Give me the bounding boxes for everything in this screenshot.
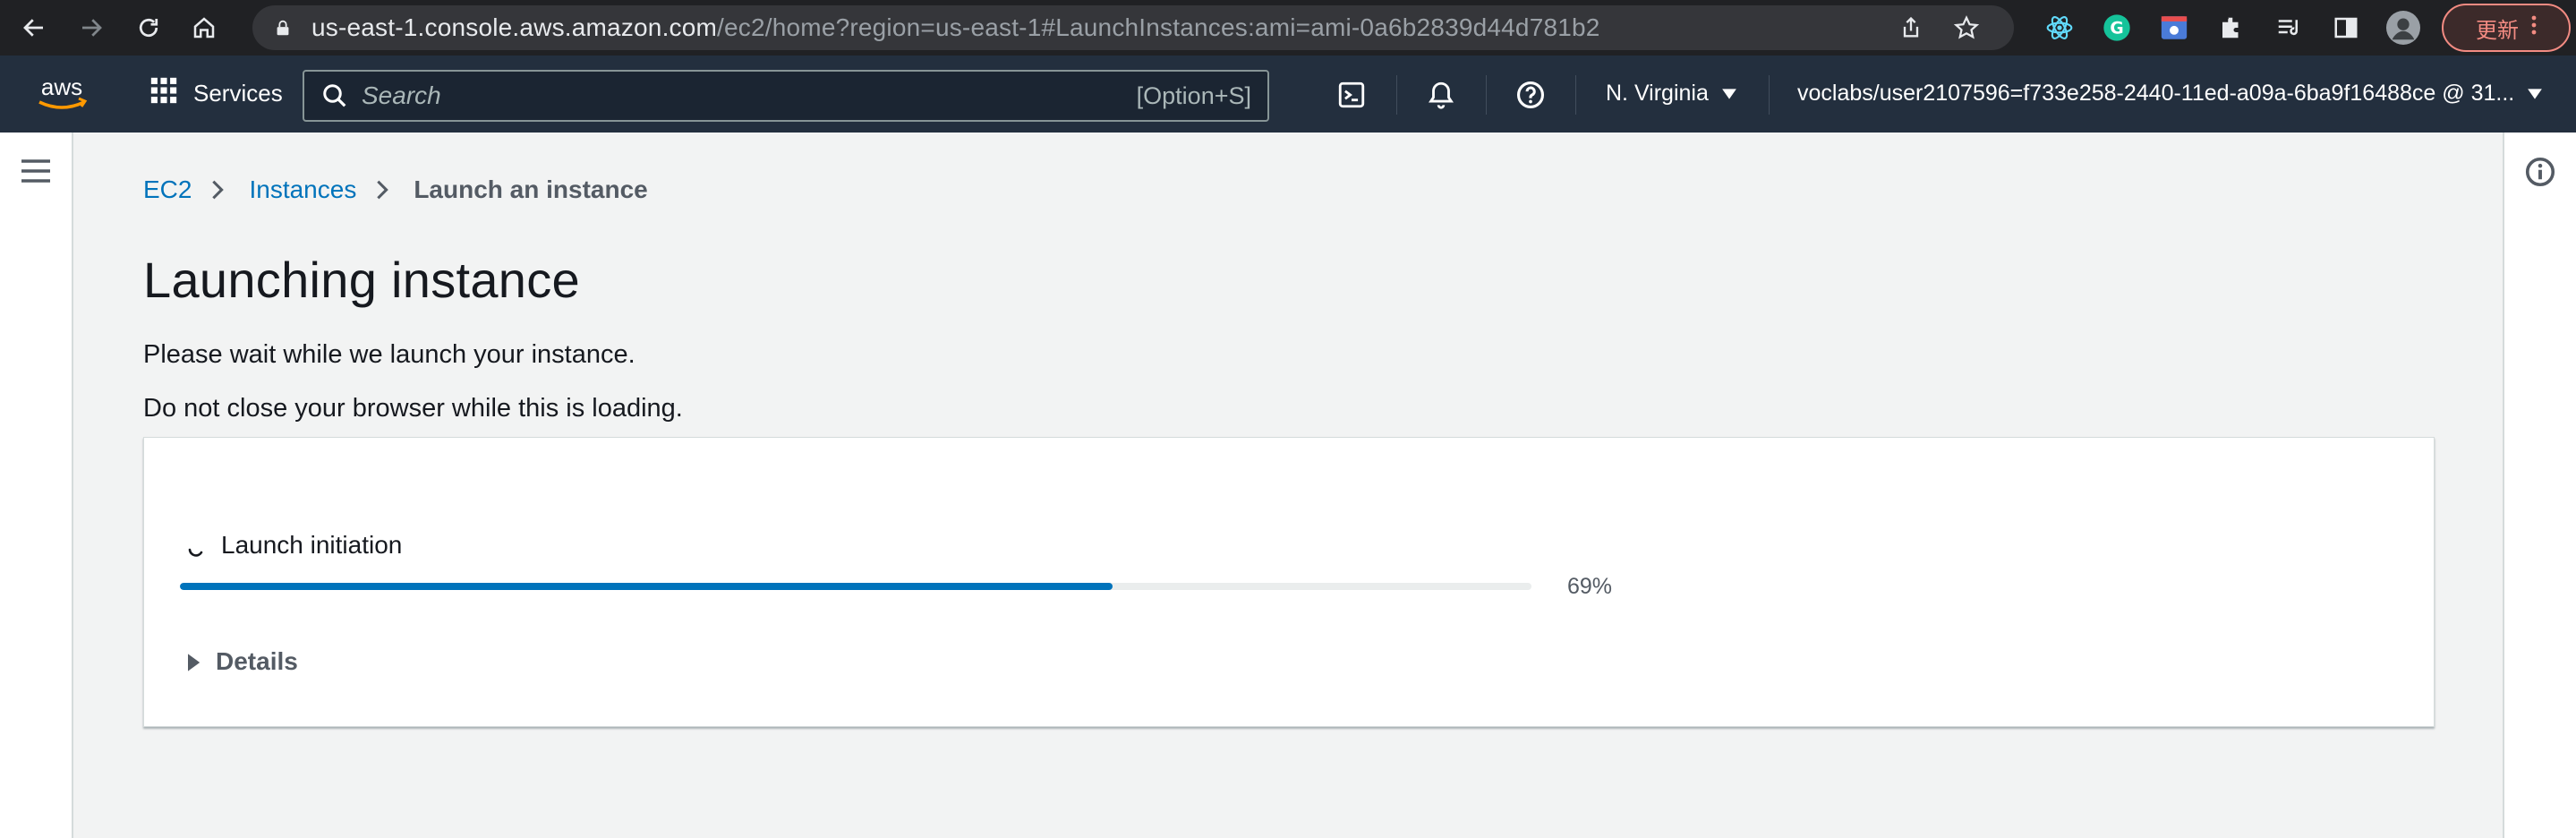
kebab-menu-icon	[2531, 14, 2537, 42]
url-host: us-east-1.console.aws.amazon.com	[311, 13, 718, 41]
breadcrumb-instances[interactable]: Instances	[249, 175, 356, 204]
hamburger-icon[interactable]	[20, 158, 52, 184]
forward-icon[interactable]	[72, 8, 111, 47]
caret-down-icon	[2527, 81, 2543, 107]
details-label: Details	[216, 647, 298, 675]
progress-percent: 69%	[1567, 574, 1613, 599]
search-shortcut-hint: [Option+S]	[1136, 82, 1251, 109]
search-input[interactable]	[362, 81, 1060, 110]
puzzle-icon[interactable]	[2214, 11, 2248, 45]
update-label: 更新	[2476, 18, 2519, 43]
header-divider	[1486, 75, 1487, 115]
side-panel-icon[interactable]	[2329, 11, 2363, 45]
update-button[interactable]: 更新	[2442, 4, 2571, 52]
caret-down-icon	[1721, 81, 1737, 107]
region-label: N. Virginia	[1606, 81, 1709, 106]
profile-avatar[interactable]	[2386, 11, 2420, 45]
grammarly-icon[interactable]: G	[2100, 11, 2134, 45]
breadcrumb-ec2[interactable]: EC2	[143, 175, 192, 204]
chevron-right-icon	[211, 176, 229, 203]
share-icon[interactable]	[1896, 13, 1926, 43]
header-divider	[1396, 75, 1397, 115]
progress-bar	[180, 583, 1531, 590]
grid-icon	[149, 75, 179, 112]
tools-panel-rail	[2503, 133, 2576, 838]
home-icon[interactable]	[184, 8, 224, 47]
help-icon[interactable]	[1514, 79, 1547, 111]
progress-bar-fill	[180, 583, 1113, 590]
lock-icon[interactable]	[272, 17, 294, 38]
wait-message: Please wait while we launch your instanc…	[143, 340, 635, 369]
console-search[interactable]: [Option+S]	[303, 70, 1269, 122]
chevron-right-icon	[376, 176, 394, 203]
search-icon	[320, 81, 349, 110]
extension-card-icon[interactable]	[2157, 11, 2191, 45]
back-icon[interactable]	[14, 8, 54, 47]
launch-progress-panel: Launch initiation 69% Details	[143, 437, 2435, 727]
aws-logo-text: aws	[41, 73, 82, 100]
header-divider	[1575, 75, 1576, 115]
caret-right-icon	[185, 651, 201, 672]
star-icon[interactable]	[1951, 13, 1982, 43]
breadcrumb-current: Launch an instance	[414, 175, 648, 203]
do-not-close-message: Do not close your browser while this is …	[143, 394, 683, 423]
address-bar[interactable]: us-east-1.console.aws.amazon.com/ec2/hom…	[252, 5, 2014, 50]
account-label: voclabs/user2107596=f733e258-2440-11ed-a…	[1797, 81, 2515, 106]
details-expander[interactable]: Details	[185, 647, 298, 676]
launch-step: Launch initiation	[187, 531, 402, 560]
services-menu-button[interactable]: Services	[149, 75, 283, 112]
react-devtools-icon[interactable]	[2043, 11, 2077, 45]
services-label: Services	[193, 80, 283, 107]
url-text[interactable]: us-east-1.console.aws.amazon.com/ec2/hom…	[311, 13, 1600, 42]
step-label: Launch initiation	[221, 531, 403, 559]
url-path: /ec2/home?region=us-east-1#LaunchInstanc…	[717, 13, 1600, 41]
aws-console-header: aws Services [Option+S] N. Virgi	[0, 56, 2576, 133]
browser-toolbar: us-east-1.console.aws.amazon.com/ec2/hom…	[0, 0, 2576, 56]
account-menu[interactable]: voclabs/user2107596=f733e258-2440-11ed-a…	[1797, 81, 2543, 107]
bell-icon[interactable]	[1425, 79, 1457, 111]
side-navigation-rail	[0, 133, 73, 838]
svg-text:G: G	[2110, 20, 2123, 38]
info-icon[interactable]	[2524, 156, 2556, 188]
reload-icon[interactable]	[129, 8, 168, 47]
aws-logo[interactable]: aws	[30, 73, 93, 115]
spinner-icon	[187, 536, 205, 557]
reading-list-icon[interactable]	[2272, 11, 2306, 45]
region-selector[interactable]: N. Virginia	[1606, 81, 1737, 107]
cloudshell-icon[interactable]	[1335, 79, 1368, 111]
breadcrumb: EC2 Instances Launch an instance	[143, 175, 648, 204]
page-title: Launching instance	[143, 252, 580, 308]
header-divider	[1769, 75, 1770, 115]
